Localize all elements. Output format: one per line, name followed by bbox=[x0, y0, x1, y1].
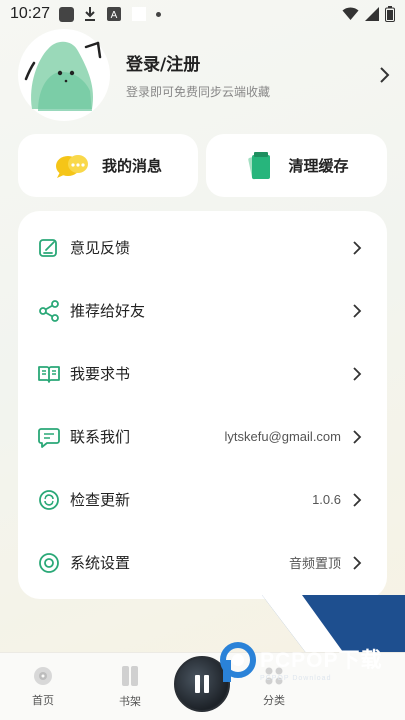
settings-value: 音频置顶 bbox=[288, 556, 341, 571]
text-notification-icon: A bbox=[106, 6, 122, 22]
menu-label-share: 推荐给好友 bbox=[70, 302, 146, 320]
svg-text:A: A bbox=[111, 10, 118, 21]
more-notifications-dot-icon bbox=[156, 11, 162, 17]
broom-cards-icon bbox=[248, 151, 271, 179]
my-messages-label: 我的消息 bbox=[101, 157, 162, 175]
message-icon bbox=[38, 427, 60, 448]
contact-email: lytskefu@gmail.com bbox=[224, 429, 341, 444]
pcpop-logo-icon bbox=[220, 642, 256, 682]
menu-label-check-update: 检查更新 bbox=[70, 491, 131, 509]
blank-notification-icon bbox=[132, 7, 147, 21]
menu-item-share[interactable]: 推荐给好友 bbox=[18, 279, 387, 342]
settings-menu: 意见反馈 推荐给好友 我要求书 联系我们 lytskefu@gmail.com … bbox=[18, 211, 387, 599]
notification-app-icon bbox=[58, 6, 74, 22]
app-version: 1.0.6 bbox=[312, 492, 341, 507]
profile-header[interactable]: 登录/注册 登录即可免费同步云端收藏 bbox=[18, 29, 390, 121]
status-bar: 10:27 A bbox=[0, 0, 405, 28]
menu-label-request-book: 我要求书 bbox=[70, 365, 131, 383]
menu-label-feedback: 意见反馈 bbox=[70, 239, 131, 257]
tab-label-category: 分类 bbox=[263, 694, 285, 707]
clear-cache-button[interactable]: 清理缓存 bbox=[206, 134, 387, 197]
status-time: 10:27 bbox=[10, 5, 51, 22]
menu-item-feedback[interactable]: 意见反馈 bbox=[18, 216, 387, 279]
pause-icon bbox=[195, 675, 209, 693]
menu-item-contact[interactable]: 联系我们 lytskefu@gmail.com bbox=[18, 405, 387, 468]
avatar[interactable] bbox=[18, 29, 110, 121]
menu-item-request-book[interactable]: 我要求书 bbox=[18, 342, 387, 405]
watermark-main-text: PCPOP下载 bbox=[260, 649, 383, 672]
menu-label-contact: 联系我们 bbox=[70, 428, 131, 446]
my-messages-button[interactable]: 我的消息 bbox=[18, 134, 198, 197]
chevron-right-icon[interactable] bbox=[378, 66, 390, 84]
login-register-title[interactable]: 登录/注册 bbox=[126, 50, 378, 75]
chat-bubbles-icon bbox=[55, 154, 88, 178]
chevron-right-icon bbox=[353, 429, 362, 444]
tab-bookshelf[interactable]: 书架 bbox=[100, 653, 160, 720]
chevron-right-icon bbox=[353, 303, 362, 318]
download-icon bbox=[82, 6, 98, 22]
book-icon bbox=[38, 365, 60, 383]
update-icon bbox=[39, 489, 59, 510]
tab-label-bookshelf: 书架 bbox=[119, 695, 141, 708]
share-icon bbox=[39, 299, 59, 322]
menu-item-settings[interactable]: 系统设置 音频置顶 bbox=[18, 531, 387, 594]
tab-label-home: 首页 bbox=[32, 694, 54, 707]
chevron-right-icon bbox=[353, 492, 362, 507]
tab-home[interactable]: 首页 bbox=[13, 653, 73, 720]
settings-icon bbox=[39, 552, 59, 573]
clear-cache-label: 清理缓存 bbox=[288, 157, 349, 175]
battery-icon bbox=[385, 6, 395, 22]
chevron-right-icon bbox=[353, 366, 362, 381]
pcpop-watermark: PCPOP下载 PCPOP Download bbox=[220, 638, 400, 688]
login-subtitle: 登录即可免费同步云端收藏 bbox=[126, 85, 271, 99]
chevron-right-icon bbox=[353, 555, 362, 570]
menu-item-check-update[interactable]: 检查更新 1.0.6 bbox=[18, 468, 387, 531]
signal-icon bbox=[365, 7, 379, 21]
bookshelf-icon bbox=[122, 666, 138, 686]
wifi-icon bbox=[342, 7, 359, 20]
watermark-sub-text: PCPOP Download bbox=[260, 675, 332, 682]
chevron-right-icon bbox=[353, 240, 362, 255]
feedback-edit-icon bbox=[39, 238, 57, 257]
menu-label-settings: 系统设置 bbox=[70, 554, 131, 572]
disc-icon bbox=[34, 667, 52, 685]
